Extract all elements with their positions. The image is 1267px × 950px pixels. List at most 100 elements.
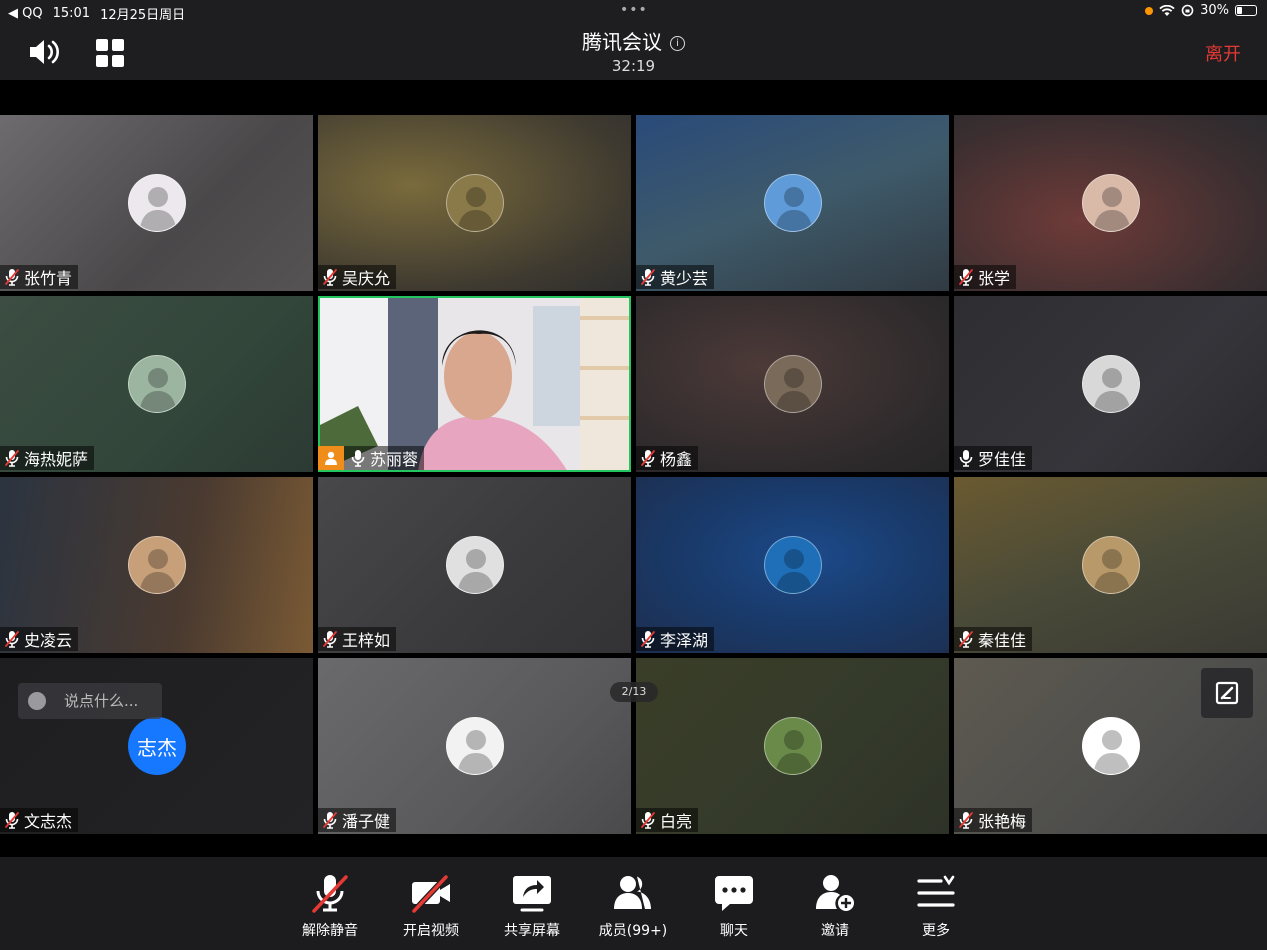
participant-tile[interactable]: 罗佳佳	[954, 296, 1267, 472]
meeting-title[interactable]: 腾讯会议	[582, 30, 662, 54]
rotation-lock-icon	[1181, 4, 1194, 17]
share-screen-label: 共享屏幕	[504, 923, 560, 939]
meeting-header: 腾讯会议 i 32:19 离开	[0, 24, 1267, 80]
participant-name-tag: 张竹青	[0, 265, 79, 289]
invite-button[interactable]: 邀请	[792, 857, 878, 950]
participant-name: 文志杰	[24, 812, 73, 831]
participant-avatar	[446, 536, 504, 594]
participant-name: 张竹青	[24, 269, 73, 288]
participant-tile[interactable]: 张竹青	[0, 115, 313, 291]
participant-name-tag: 海热妮萨	[0, 446, 95, 470]
chat-label: 聊天	[720, 923, 748, 939]
mic-muted-icon	[641, 269, 655, 286]
mic-muted-icon	[959, 269, 973, 286]
mic-muted-icon	[323, 269, 337, 286]
status-time: 15:01	[52, 6, 91, 21]
avatar-photo	[1093, 549, 1131, 593]
avatar-photo	[1093, 187, 1131, 231]
participant-avatar	[1082, 536, 1140, 594]
participant-tile[interactable]: 潘子健	[318, 658, 631, 834]
battery-percent: 30%	[1200, 3, 1229, 18]
meeting-info-icon[interactable]: i	[670, 36, 685, 51]
start-video-button[interactable]: 开启视频	[388, 857, 474, 950]
mic-muted-icon	[5, 631, 19, 648]
participant-name: 罗佳佳	[978, 450, 1027, 469]
meeting-toolbar: 解除静音 开启视频 共享屏幕 成员(99+) 聊天 邀请 更多	[0, 857, 1267, 950]
participant-name: 白亮	[660, 812, 693, 831]
participant-tile[interactable]: 李泽湖	[636, 477, 949, 653]
participant-avatar	[1082, 717, 1140, 775]
avatar-photo	[139, 187, 177, 231]
participant-name: 苏丽蓉	[370, 450, 419, 469]
mic-muted-icon	[641, 450, 655, 467]
participant-tile[interactable]: 史凌云	[0, 477, 313, 653]
share-screen-icon	[513, 876, 551, 912]
annotate-button[interactable]	[1201, 668, 1253, 718]
members-button[interactable]: 成员(99+)	[590, 857, 676, 950]
more-button[interactable]: 更多	[893, 857, 979, 950]
mic-muted-icon	[959, 631, 973, 648]
participant-name: 杨鑫	[660, 450, 693, 469]
unmute-button[interactable]: 解除静音	[287, 857, 373, 950]
participant-name-tag: 苏丽蓉	[318, 446, 425, 470]
participant-tile[interactable]: 白亮	[636, 658, 949, 834]
page-indicator: 2/13	[610, 682, 658, 702]
mic-muted-icon	[312, 875, 348, 913]
status-date: 12月25日周日	[100, 8, 186, 23]
participant-name-tag: 白亮	[636, 808, 699, 832]
participant-tile[interactable]: 杨鑫	[636, 296, 949, 472]
participant-tile[interactable]: 苏丽蓉	[318, 296, 631, 472]
participant-avatar	[1082, 174, 1140, 232]
host-badge-icon	[318, 446, 344, 470]
participant-name-tag: 张艳梅	[954, 808, 1033, 832]
participant-avatar	[764, 717, 822, 775]
unmute-label: 解除静音	[302, 923, 358, 939]
participant-name: 张艳梅	[978, 812, 1027, 831]
camera-off-icon	[411, 874, 450, 914]
mic-in-use-indicator-icon	[1145, 6, 1154, 15]
chat-button[interactable]: 聊天	[691, 857, 777, 950]
mic-on-icon	[351, 450, 365, 467]
participant-tile[interactable]: 吴庆允	[318, 115, 631, 291]
participant-avatar	[446, 717, 504, 775]
emoji-icon[interactable]	[28, 692, 46, 710]
avatar-photo	[775, 730, 813, 774]
participant-avatar	[764, 536, 822, 594]
members-icon	[614, 876, 651, 909]
participant-avatar	[764, 174, 822, 232]
back-to-app-link[interactable]: ◀ QQ	[8, 6, 43, 21]
participant-tile[interactable]: 张学	[954, 115, 1267, 291]
avatar-photo	[457, 549, 495, 593]
avatar-photo	[775, 187, 813, 231]
multitask-dots-icon[interactable]: •••	[620, 2, 648, 18]
participant-name-tag: 史凌云	[0, 627, 79, 651]
participant-name-tag: 潘子健	[318, 808, 397, 832]
avatar-photo	[1093, 730, 1131, 774]
meeting-timer: 32:19	[611, 57, 656, 75]
participant-tile[interactable]: 黄少芸	[636, 115, 949, 291]
participant-name: 李泽湖	[660, 631, 709, 650]
participant-tile[interactable]: 王梓如	[318, 477, 631, 653]
share-screen-button[interactable]: 共享屏幕	[489, 857, 575, 950]
mic-muted-icon	[959, 812, 973, 829]
quick-chat-input[interactable]: 说点什么...	[18, 683, 162, 719]
battery-icon	[1235, 5, 1257, 16]
participant-avatar	[128, 536, 186, 594]
annotate-icon	[1215, 681, 1239, 705]
participant-tile[interactable]: 海热妮萨	[0, 296, 313, 472]
participant-name: 秦佳佳	[978, 631, 1027, 650]
participant-avatar: 志杰	[128, 717, 186, 775]
members-label: 成员(99+)	[598, 923, 668, 939]
participant-name: 史凌云	[24, 631, 73, 650]
mic-muted-icon	[323, 812, 337, 829]
participant-name: 潘子健	[342, 812, 391, 831]
participant-tile[interactable]: 秦佳佳	[954, 477, 1267, 653]
mic-muted-icon	[641, 631, 655, 648]
participant-avatar	[764, 355, 822, 413]
participant-name-tag: 文志杰	[0, 808, 79, 832]
participant-name-tag: 李泽湖	[636, 627, 715, 651]
avatar-photo	[457, 730, 495, 774]
avatar-photo	[457, 187, 495, 231]
participant-name: 吴庆允	[342, 269, 391, 288]
leave-meeting-button[interactable]: 离开	[1205, 40, 1241, 66]
